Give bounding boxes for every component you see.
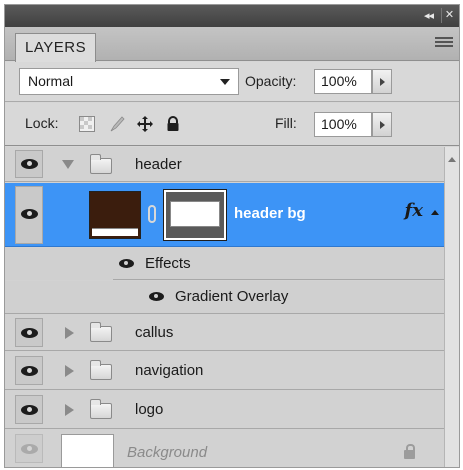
- fill-input[interactable]: 100%: [314, 112, 372, 137]
- layer-name: logo: [135, 401, 164, 418]
- layer-row-background[interactable]: Background: [5, 430, 445, 467]
- visibility-toggle[interactable]: [15, 434, 43, 463]
- eye-icon: [21, 405, 38, 415]
- effect-name: Gradient Overlay: [175, 288, 289, 305]
- layer-thumbnail[interactable]: [61, 434, 114, 467]
- layers-scrollbar[interactable]: [444, 147, 459, 467]
- opacity-input[interactable]: 100%: [314, 69, 372, 94]
- opacity-slider-button[interactable]: [372, 69, 392, 94]
- chevron-down-icon: [220, 79, 230, 85]
- fx-icon[interactable]: fx: [405, 200, 423, 221]
- visibility-toggle[interactable]: [15, 186, 43, 244]
- visibility-toggle[interactable]: [15, 150, 43, 178]
- eye-icon[interactable]: [119, 259, 134, 268]
- layer-row-navigation[interactable]: navigation: [5, 352, 445, 390]
- expand-toggle-icon[interactable]: [65, 404, 74, 416]
- lock-image-pixels-brush-icon[interactable]: [109, 116, 125, 132]
- eye-icon: [21, 328, 38, 338]
- folder-icon: [90, 154, 112, 174]
- effects-row[interactable]: Effects: [5, 248, 445, 280]
- collapse-effects-icon[interactable]: [431, 210, 439, 215]
- fill-label: Fill:: [275, 115, 297, 131]
- blend-mode-dropdown[interactable]: Normal: [19, 68, 239, 95]
- blend-opacity-row: Normal Opacity: 100%: [5, 62, 459, 102]
- layer-row-logo[interactable]: logo: [5, 391, 445, 429]
- layer-thumbnail[interactable]: [89, 191, 141, 239]
- collapse-panel-icon[interactable]: ◂◂: [424, 9, 434, 22]
- layer-name: Background: [127, 444, 208, 461]
- layer-name: navigation: [135, 362, 204, 379]
- expand-toggle-icon[interactable]: [65, 327, 74, 339]
- expand-toggle-icon[interactable]: [62, 160, 74, 169]
- eye-icon: [21, 366, 38, 376]
- layer-row-header[interactable]: header: [5, 147, 445, 182]
- lock-transparent-pixels-icon[interactable]: [79, 116, 95, 132]
- eye-icon: [21, 444, 38, 454]
- close-panel-icon[interactable]: ✕: [441, 8, 457, 23]
- panel-title-strip: ◂◂ ✕: [5, 5, 459, 27]
- lock-all-icon[interactable]: [165, 116, 181, 132]
- visibility-toggle[interactable]: [15, 318, 43, 347]
- lock-fill-row: Lock: Fill: 100%: [5, 103, 459, 146]
- layer-name: header bg: [234, 205, 306, 222]
- lock-icon: [404, 444, 415, 459]
- folder-icon: [90, 399, 112, 419]
- layer-name: header: [135, 156, 182, 173]
- layer-name: callus: [135, 324, 174, 341]
- opacity-label: Opacity:: [245, 73, 297, 89]
- eye-icon[interactable]: [149, 292, 164, 301]
- layers-panel: ◂◂ ✕ LAYERS Normal Opacity: 100% Lock: F…: [4, 4, 460, 468]
- scroll-up-icon[interactable]: [448, 157, 456, 162]
- lock-position-move-icon[interactable]: [137, 116, 153, 132]
- expand-toggle-icon[interactable]: [65, 365, 74, 377]
- mask-link-icon[interactable]: [148, 205, 156, 223]
- visibility-toggle[interactable]: [15, 356, 43, 385]
- panel-tab-bar: LAYERS: [5, 27, 459, 62]
- lock-label: Lock:: [25, 115, 59, 131]
- layers-list: header header bg fx Effects Gradient Ove…: [5, 147, 445, 467]
- effect-row-gradient-overlay[interactable]: Gradient Overlay: [5, 281, 445, 313]
- vector-mask-thumbnail[interactable]: [163, 189, 227, 241]
- layer-row-callus[interactable]: callus: [5, 313, 445, 351]
- folder-icon: [90, 360, 112, 380]
- eye-icon: [21, 209, 38, 219]
- effects-label: Effects: [145, 255, 191, 272]
- panel-menu-icon[interactable]: [435, 37, 453, 51]
- blend-mode-value: Normal: [28, 73, 74, 89]
- fill-slider-button[interactable]: [372, 112, 392, 137]
- eye-icon: [21, 159, 38, 169]
- folder-icon: [90, 322, 112, 342]
- tab-layers[interactable]: LAYERS: [15, 33, 97, 62]
- layer-row-header-bg[interactable]: header bg fx: [5, 183, 445, 247]
- visibility-toggle[interactable]: [15, 395, 43, 424]
